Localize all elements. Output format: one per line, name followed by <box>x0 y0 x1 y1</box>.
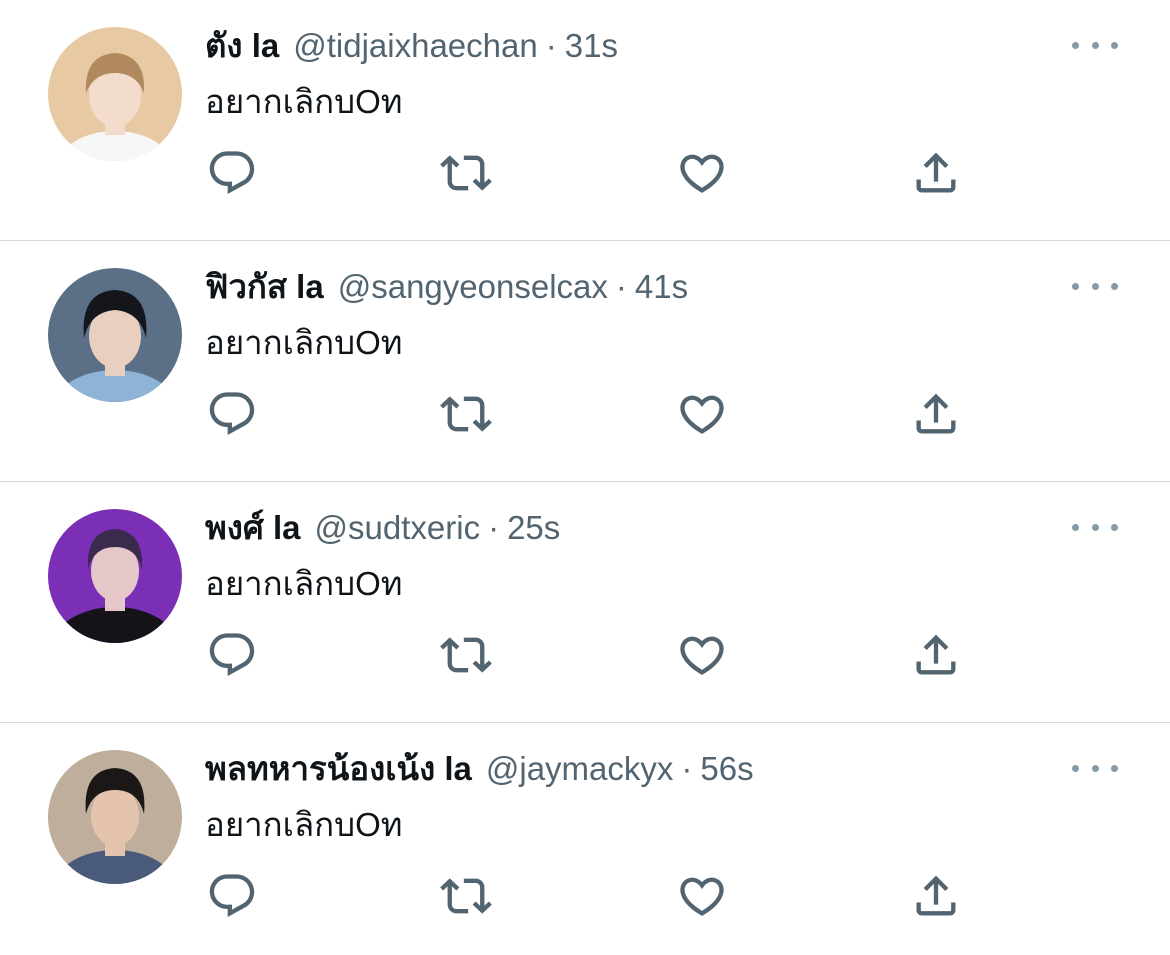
more-icon-dot <box>1072 41 1079 49</box>
like-icon <box>680 154 724 193</box>
avatar-image <box>48 268 182 402</box>
reply-icon <box>209 151 255 195</box>
share-icon <box>916 152 956 193</box>
share-button[interactable] <box>908 868 964 924</box>
like-icon <box>680 877 724 916</box>
retweet-button[interactable] <box>438 868 494 924</box>
more-options-button[interactable] <box>1072 34 1118 56</box>
more-options-button[interactable] <box>1072 757 1118 779</box>
like-icon <box>680 636 724 675</box>
reply-icon <box>209 874 255 918</box>
more-icon-dot <box>1072 764 1079 772</box>
retweet-icon <box>440 878 492 914</box>
more-icon-dot <box>1091 764 1099 772</box>
like-button[interactable] <box>674 386 730 442</box>
user-handle[interactable]: @tidjaixhaechan <box>293 22 538 70</box>
tweet-text: อยากเลิกบOท <box>205 324 403 361</box>
more-icon-dot <box>1091 41 1099 49</box>
avatar[interactable] <box>48 268 182 402</box>
share-icon <box>916 634 956 675</box>
separator-dot: · <box>488 509 500 546</box>
display-name[interactable]: พลทหารน้องเน้ง la <box>205 745 472 793</box>
reply-button[interactable] <box>204 386 260 442</box>
more-icon-dot <box>1072 523 1079 531</box>
user-handle[interactable]: @sudtxeric <box>315 504 481 552</box>
share-icon <box>916 393 956 434</box>
avatar[interactable] <box>48 509 182 643</box>
tweet[interactable]: พงศ์ la @sudtxeric · 25s อยากเลิกบOท <box>0 482 1170 723</box>
tweet[interactable]: ฟิวกัส la @sangyeonselcax · 41s อยากเลิก… <box>0 241 1170 482</box>
more-icon-dot <box>1072 282 1079 290</box>
share-button[interactable] <box>908 627 964 683</box>
tweet-text: อยากเลิกบOท <box>205 806 403 843</box>
share-icon <box>916 875 956 916</box>
avatar[interactable] <box>48 750 182 884</box>
reply-button[interactable] <box>204 627 260 683</box>
more-icon-dot <box>1111 282 1118 290</box>
display-name[interactable]: ฟิวกัส la <box>205 263 324 311</box>
timeline-feed: ตัง la @tidjaixhaechan · 31s อยากเลิกบOท <box>0 0 1170 955</box>
share-button[interactable] <box>908 145 964 201</box>
like-button[interactable] <box>674 627 730 683</box>
separator-dot: · <box>681 750 693 787</box>
timestamp[interactable]: 41s <box>635 263 688 311</box>
avatar-image <box>48 27 182 161</box>
tweet-text: อยากเลิกบOท <box>205 565 403 602</box>
more-icon-dot <box>1091 282 1099 290</box>
reply-icon <box>209 633 255 677</box>
more-options-button[interactable] <box>1072 516 1118 538</box>
retweet-button[interactable] <box>438 145 494 201</box>
avatar-image <box>48 509 182 643</box>
tweet-text: อยากเลิกบOท <box>205 83 403 120</box>
display-name[interactable]: พงศ์ la <box>205 504 301 552</box>
retweet-button[interactable] <box>438 386 494 442</box>
user-handle[interactable]: @jaymackyx <box>486 745 674 793</box>
retweet-button[interactable] <box>438 627 494 683</box>
tweet-header: ตัง la @tidjaixhaechan · 31s <box>205 22 618 70</box>
share-button[interactable] <box>908 386 964 442</box>
tweet-header: ฟิวกัส la @sangyeonselcax · 41s <box>205 263 688 311</box>
retweet-icon <box>440 396 492 432</box>
more-icon-dot <box>1111 41 1118 49</box>
avatar[interactable] <box>48 27 182 161</box>
user-handle[interactable]: @sangyeonselcax <box>338 263 608 311</box>
like-icon <box>680 395 724 434</box>
more-icon-dot <box>1111 523 1118 531</box>
more-icon-dot <box>1111 764 1118 772</box>
reply-button[interactable] <box>204 145 260 201</box>
like-button[interactable] <box>674 145 730 201</box>
timestamp[interactable]: 56s <box>700 745 753 793</box>
separator-dot: · <box>615 268 627 305</box>
retweet-icon <box>440 637 492 673</box>
display-name[interactable]: ตัง la <box>205 22 279 70</box>
avatar-image <box>48 750 182 884</box>
more-icon-dot <box>1091 523 1099 531</box>
tweet-header: พงศ์ la @sudtxeric · 25s <box>205 504 560 552</box>
reply-button[interactable] <box>204 868 260 924</box>
retweet-icon <box>440 155 492 191</box>
tweet[interactable]: พลทหารน้องเน้ง la @jaymackyx · 56s อยากเ… <box>0 723 1170 955</box>
reply-icon <box>209 392 255 436</box>
tweet-header: พลทหารน้องเน้ง la @jaymackyx · 56s <box>205 745 754 793</box>
timestamp[interactable]: 25s <box>507 504 560 552</box>
separator-dot: · <box>545 27 557 64</box>
more-options-button[interactable] <box>1072 275 1118 297</box>
timestamp[interactable]: 31s <box>565 22 618 70</box>
tweet[interactable]: ตัง la @tidjaixhaechan · 31s อยากเลิกบOท <box>0 0 1170 241</box>
like-button[interactable] <box>674 868 730 924</box>
